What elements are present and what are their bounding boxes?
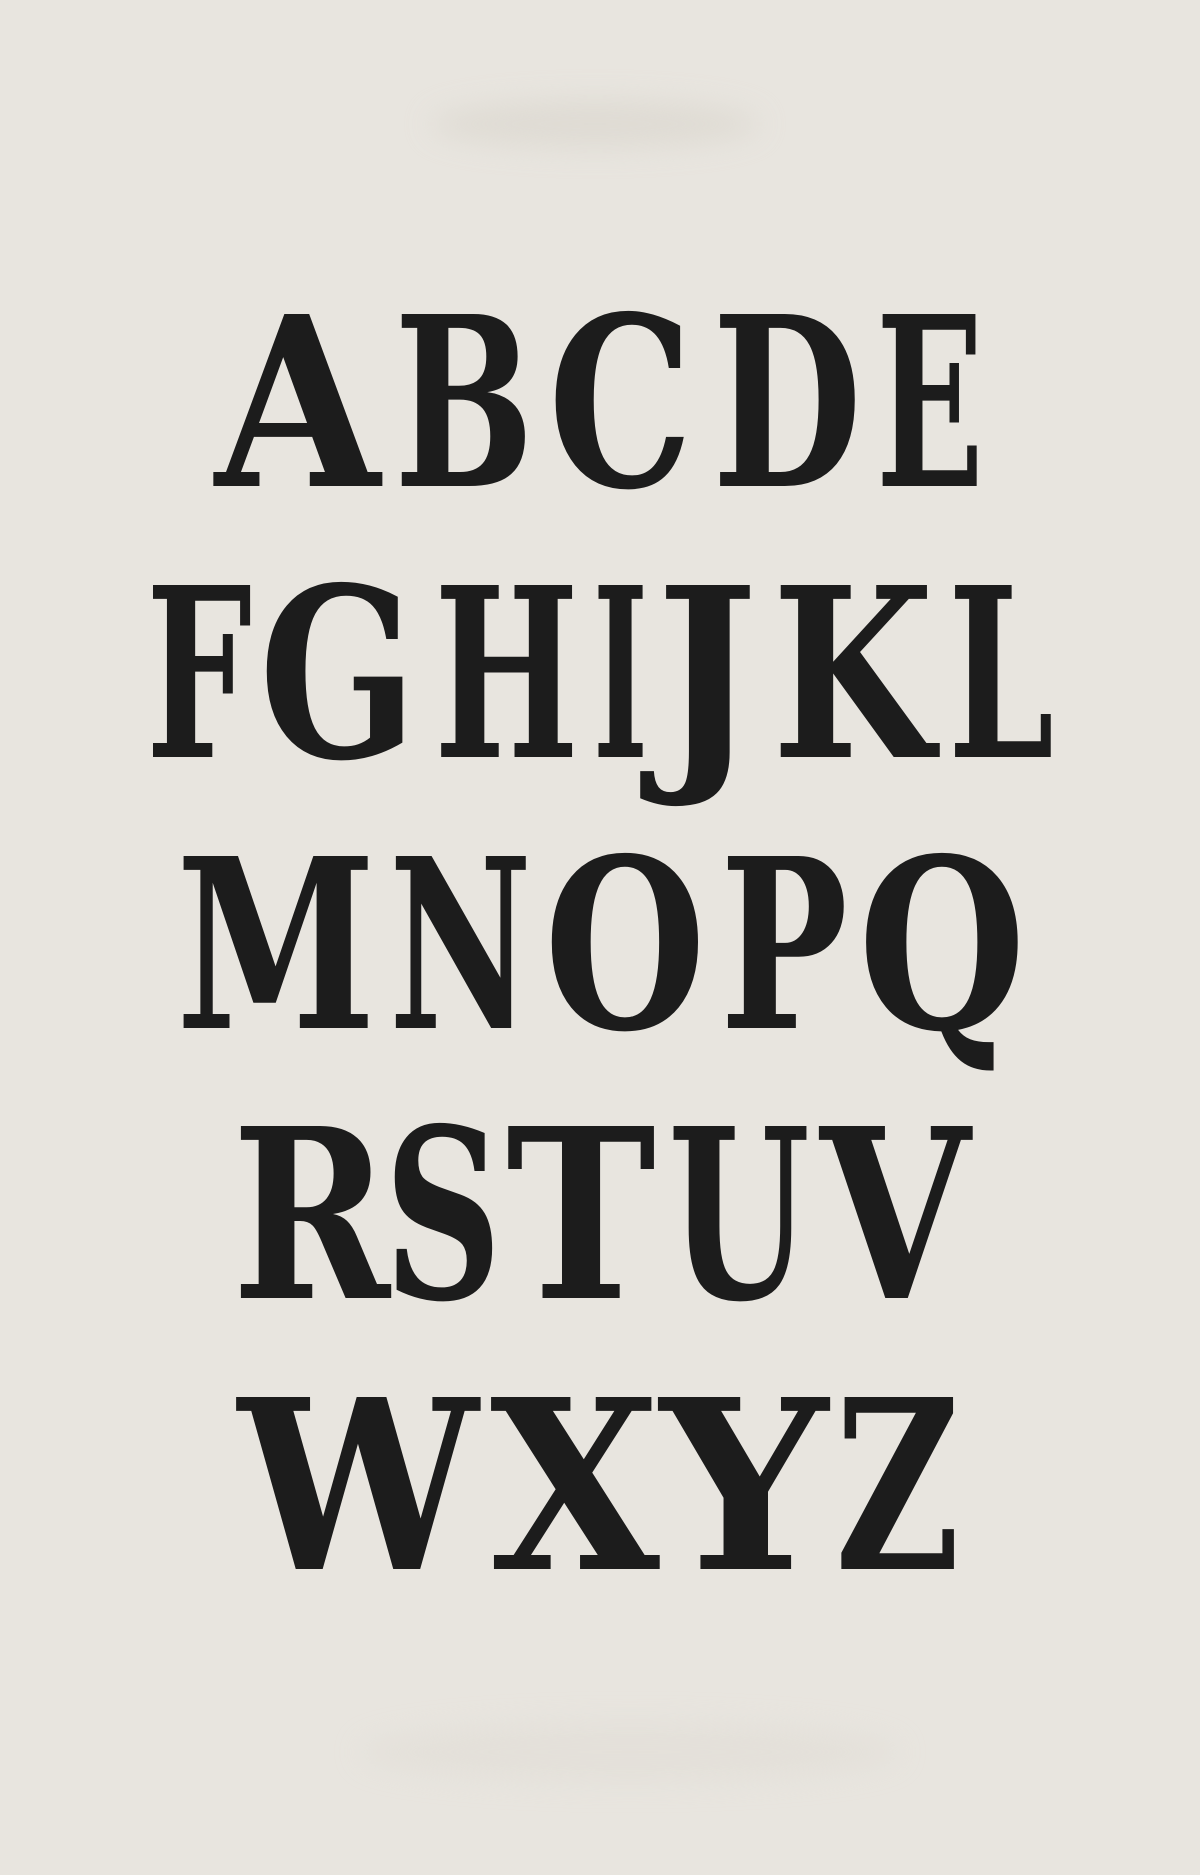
glyph-q: Q	[858, 806, 1026, 1084]
glyph-w: W	[238, 1347, 479, 1625]
glyph-b: B	[394, 264, 535, 542]
glyph-j: J	[656, 535, 758, 813]
alphabet-specimen: A B C D E F G H I J K L M N O P Q R S T …	[0, 0, 1200, 1875]
glyph-r: R	[232, 1076, 391, 1354]
glyph-i: I	[593, 535, 648, 813]
glyph-a: A	[215, 264, 380, 542]
glyph-d: D	[712, 264, 863, 542]
glyph-row-r-to-v: R S T U V	[0, 1097, 1200, 1333]
glyph-z: Z	[835, 1347, 961, 1625]
glyph-h: H	[434, 535, 579, 813]
bottom-blur-smudge	[360, 1722, 900, 1782]
glyph-c: C	[548, 264, 694, 542]
glyph-row-m-to-q: M N O P Q	[0, 827, 1200, 1063]
glyph-p: P	[720, 806, 848, 1084]
top-blur-smudge	[430, 100, 760, 148]
glyph-row-a-to-e: A B C D E	[0, 285, 1200, 521]
glyph-o: O	[544, 806, 706, 1084]
glyph-m: M	[176, 806, 377, 1084]
glyph-s: S	[384, 1076, 502, 1354]
glyph-row-w-to-z: W X Y Z	[0, 1368, 1200, 1604]
glyph-f: F	[146, 535, 253, 813]
glyph-x: X	[490, 1347, 660, 1625]
glyph-u: U	[668, 1076, 811, 1354]
glyph-row-f-to-l: F G H I J K L	[0, 556, 1200, 792]
glyph-t: T	[506, 1076, 656, 1354]
glyph-v: V	[820, 1076, 970, 1354]
glyph-y: Y	[660, 1347, 828, 1625]
glyph-l: L	[948, 535, 1055, 813]
glyph-k: K	[772, 535, 935, 813]
glyph-g: G	[259, 535, 418, 813]
glyph-n: N	[389, 806, 533, 1084]
glyph-e: E	[876, 264, 984, 542]
